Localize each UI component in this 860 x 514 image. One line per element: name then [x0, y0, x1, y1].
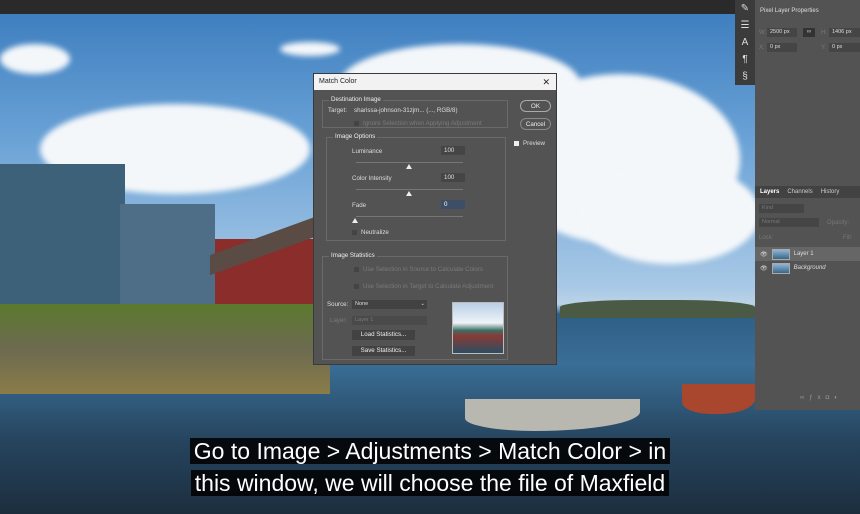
fade-slider-handle[interactable]	[352, 218, 358, 223]
lock-label: Lock:	[759, 235, 774, 241]
layer-thumbnail	[771, 262, 790, 274]
fade-input[interactable]: 0	[441, 200, 465, 209]
properties-title: Pixel Layer Properties	[760, 8, 819, 14]
layer-name: Layer 1	[793, 251, 814, 257]
layer-filter-input[interactable]: Kind	[759, 204, 804, 213]
luminance-input[interactable]: 100	[441, 146, 465, 155]
fade-label: Fade	[352, 202, 367, 209]
glyphs-icon[interactable]: §	[735, 68, 755, 85]
tab-layers[interactable]: Layers	[760, 186, 779, 198]
tab-channels[interactable]: Channels	[787, 186, 812, 198]
h-label: H:	[821, 30, 827, 36]
ok-button[interactable]: OK	[520, 100, 551, 112]
use-target-selection-checkbox[interactable]: Use Selection in Target to Calculate Adj…	[354, 283, 493, 290]
close-icon[interactable]: ✕	[542, 74, 550, 90]
color-intensity-label: Color Intensity	[352, 175, 392, 182]
dialog-title: Match Color	[319, 78, 357, 85]
eye-icon[interactable]: 👁	[760, 251, 768, 258]
tool-strip: ✎ ☰ A ¶ §	[735, 0, 755, 85]
layers-tabs: Layers Channels History	[755, 186, 860, 198]
source-select[interactable]: None ⌄	[352, 300, 427, 309]
save-statistics-button[interactable]: Save Statistics...	[352, 346, 415, 356]
w-label: W:	[759, 30, 767, 36]
subtitle-line-1: Go to Image > Adjustments > Match Color …	[0, 436, 860, 466]
load-statistics-button[interactable]: Load Statistics...	[352, 330, 415, 340]
fade-slider[interactable]	[356, 216, 463, 217]
x-label: X:	[759, 45, 765, 51]
opacity-label: Opacity:	[827, 220, 850, 226]
layer-thumbnail	[771, 248, 790, 260]
subtitle-line-2: this window, we will choose the file of …	[0, 468, 860, 498]
layer-name: Background	[793, 265, 826, 271]
eye-icon[interactable]: 👁	[760, 265, 768, 272]
preview-checkbox[interactable]: Preview	[514, 140, 545, 147]
character-icon[interactable]: A	[735, 34, 755, 51]
luminance-label: Luminance	[352, 148, 383, 155]
target-label: Target:	[328, 107, 347, 114]
destination-label: Destination Image	[329, 96, 383, 103]
color-intensity-slider[interactable]	[356, 189, 463, 190]
boat	[465, 399, 640, 431]
y-field[interactable]: 0 px	[829, 43, 860, 52]
source-label: Source:	[327, 301, 349, 308]
height-field[interactable]: 1406 px	[829, 28, 860, 37]
width-field[interactable]: 2500 px	[767, 28, 797, 37]
image-options-label: Image Options	[333, 133, 378, 140]
neutralize-checkbox[interactable]: Neutralize	[352, 229, 389, 236]
tab-history[interactable]: History	[821, 186, 840, 198]
color-intensity-slider-handle[interactable]	[406, 191, 412, 196]
cancel-button[interactable]: Cancel	[520, 118, 551, 130]
adjustments-icon[interactable]: ☰	[735, 17, 755, 34]
layer-actions[interactable]: ∞ƒx◘◐	[800, 395, 843, 401]
link-icon[interactable]: ∞	[803, 28, 815, 37]
blend-mode-select[interactable]: Normal	[759, 218, 819, 227]
brush-icon[interactable]: ✎	[735, 0, 755, 17]
boat	[682, 384, 755, 414]
chevron-down-icon: ⌄	[420, 301, 425, 307]
layer-select[interactable]: Layer 1	[352, 316, 427, 325]
paragraph-icon[interactable]: ¶	[735, 51, 755, 68]
target-value: sharissa-johnson-31zjm... (..., RGB/8)	[354, 107, 458, 114]
image-statistics-label: Image Statistics	[329, 252, 377, 259]
use-source-selection-checkbox[interactable]: Use Selection in Source to Calculate Col…	[354, 266, 483, 273]
luminance-slider[interactable]	[356, 162, 463, 163]
top-bar	[0, 0, 860, 14]
y-label: Y:	[821, 45, 827, 51]
x-field[interactable]: 0 px	[767, 43, 797, 52]
layer-row[interactable]: 👁 Layer 1	[755, 247, 860, 261]
fill-label: Fill:	[843, 235, 853, 241]
color-intensity-input[interactable]: 100	[441, 173, 465, 182]
match-color-dialog: Match Color ✕ Destination Image Target: s…	[313, 73, 557, 365]
right-panel: Pixel Layer Properties W: 2500 px ∞ H: 1…	[755, 0, 860, 410]
layer-label: Layer:	[330, 317, 348, 324]
layer-row[interactable]: 👁 Background	[755, 261, 860, 275]
luminance-slider-handle[interactable]	[406, 164, 412, 169]
ignore-selection-checkbox[interactable]: Ignore Selection when Applying Adjustmen…	[354, 120, 482, 127]
source-preview-thumbnail	[452, 302, 504, 354]
